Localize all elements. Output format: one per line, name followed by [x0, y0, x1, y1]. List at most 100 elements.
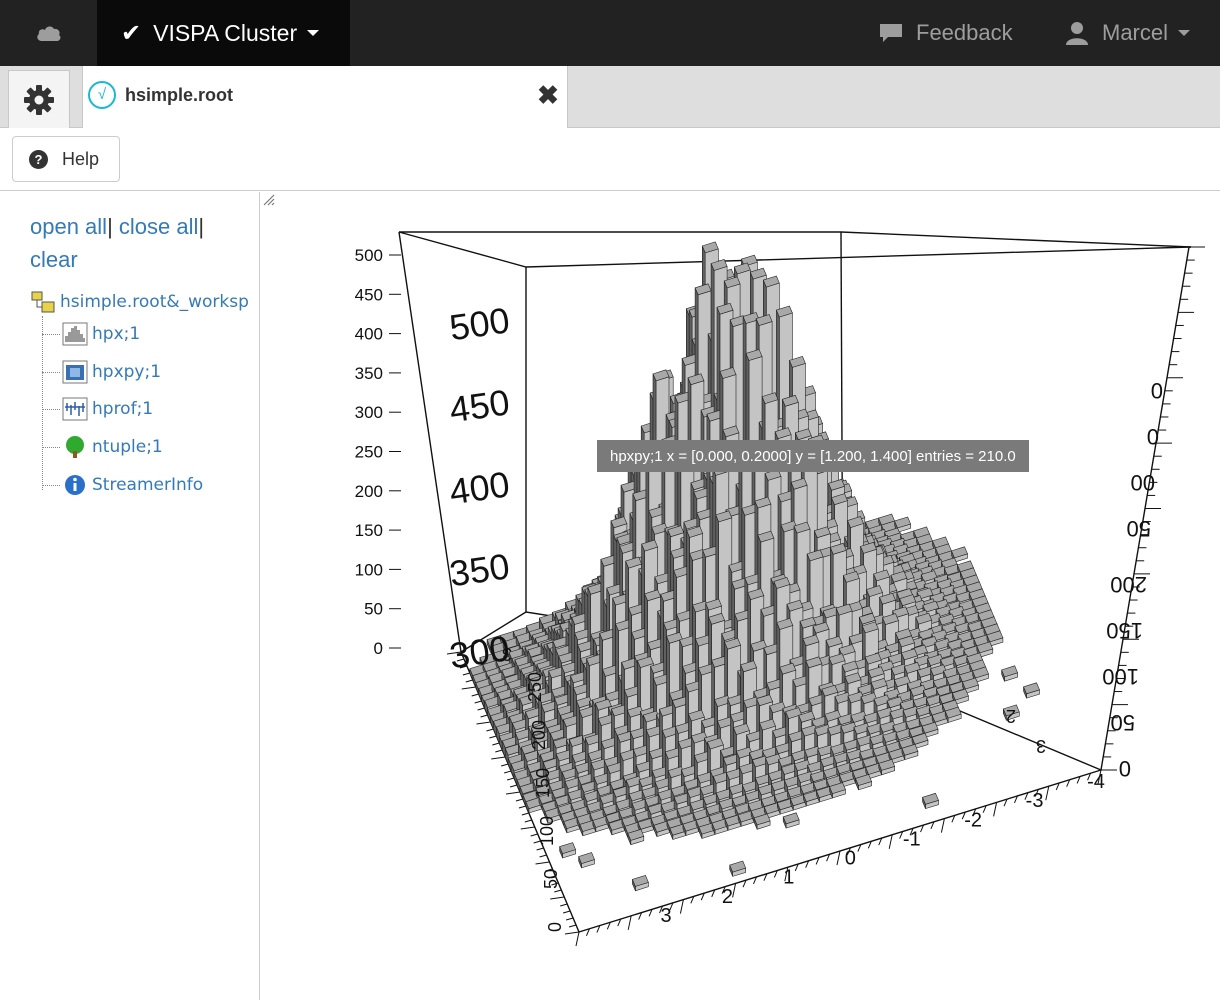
right-tick-label: 150: [1106, 618, 1143, 643]
y-minor-tick: [476, 721, 491, 725]
feedback-link[interactable]: Feedback: [878, 0, 1013, 66]
tree-root-file[interactable]: hsimple.root&_worksp: [30, 288, 249, 316]
z-tick-label: 450: [355, 285, 383, 304]
y-minor-tick: [565, 917, 574, 921]
y-minor-tick: [560, 903, 568, 907]
clear-link[interactable]: clear: [30, 247, 78, 272]
top-navbar: ✔ VISPA Cluster Feedback Marcel: [0, 0, 1220, 66]
root-sqrt-icon: √: [88, 81, 116, 109]
y-minor-tick: [486, 728, 494, 732]
lego-bar: [578, 852, 595, 869]
workspace-dropdown[interactable]: ✔ VISPA Cluster: [97, 0, 350, 66]
browser-actions: open all| close all| clear: [30, 210, 240, 276]
z-tick-label: 0: [374, 639, 383, 658]
tree-item-streamerinfo[interactable]: StreamerInfo: [42, 470, 203, 500]
right-tick-label: 50: [1127, 516, 1151, 541]
tab-bar: √ hsimple.root ✖: [0, 66, 1220, 128]
y-minor-tick: [520, 826, 535, 830]
close-icon[interactable]: ✖: [535, 82, 561, 108]
x-minor-tick: [888, 834, 893, 849]
y-minor-tick: [471, 693, 479, 697]
separator: |: [107, 214, 113, 239]
x-tick-label: 3: [660, 905, 671, 927]
bin-tooltip: hpxpy;1 x = [0.000, 0.2000] y = [1.200, …: [597, 440, 1029, 472]
info-icon: [65, 475, 85, 495]
x-minor-tick: [940, 818, 945, 833]
x-minor-tick: [836, 850, 841, 866]
user-name: Marcel: [1102, 20, 1169, 45]
x-minor-tick: [575, 931, 580, 947]
lego-bar: [559, 842, 577, 859]
lego-plot[interactable]: 5004504003503002502001501005005004504003…: [261, 192, 1220, 1000]
workspace-label: VISPA Cluster: [153, 19, 298, 46]
file-tree-icon: [31, 291, 55, 313]
user-menu[interactable]: Marcel: [1066, 0, 1191, 66]
cloud-icon: [36, 26, 60, 41]
y-minor-tick: [465, 679, 473, 683]
lego-bar: [922, 792, 939, 810]
y-minor-tick: [554, 889, 562, 893]
y-minor-tick: [505, 791, 521, 795]
z-tick-label: 300: [355, 403, 383, 422]
y-minor-tick: [492, 742, 500, 746]
gear-icon: [24, 84, 54, 115]
z-tick-label: 200: [355, 482, 383, 501]
settings-tab[interactable]: [8, 70, 70, 128]
x-minor-tick: [1045, 786, 1050, 801]
histogram-canvas[interactable]: 500 450 400 350 300 250 200 150 100 50 0 500 450 400 3…: [261, 192, 1220, 1000]
right-tick-label: 0: [1119, 756, 1131, 781]
x-tick-label: -4: [1087, 771, 1105, 793]
right-tick-label: 0: [1147, 424, 1159, 449]
user-icon: [1066, 22, 1088, 45]
y-minor-tick: [495, 749, 503, 753]
tab-hsimple-root[interactable]: √ hsimple.root ✖: [82, 66, 568, 128]
tree-item-hpxpy[interactable]: hpxpy;1: [42, 357, 161, 387]
y-minor-tick: [461, 686, 476, 690]
z-tick-label: 500: [355, 246, 383, 265]
tree-item-hpx[interactable]: hpx;1: [42, 319, 140, 349]
z-tick-label: 350: [355, 364, 383, 383]
tree-icon: [66, 436, 84, 458]
z-tick-label: 400: [355, 325, 383, 344]
open-all-link[interactable]: open all: [30, 214, 107, 239]
y-minor-tick: [504, 770, 512, 774]
y-minor-tick: [491, 756, 506, 760]
z-tick-label: 50: [364, 600, 383, 619]
y-minor-tick: [568, 924, 577, 928]
resize-handle-icon[interactable]: [261, 192, 275, 206]
left-depth-tick-label: 50: [541, 869, 561, 889]
y-minor-tick: [550, 896, 565, 900]
x-tick-label: -1: [903, 828, 921, 850]
tree-item-ntuple[interactable]: ntuple;1: [42, 432, 163, 462]
depth-tick-label: 3: [502, 644, 512, 664]
histogram-1d-icon: [62, 322, 88, 346]
x-minor-tick: [993, 802, 998, 817]
close-all-link[interactable]: close all: [119, 214, 198, 239]
separator: |: [198, 214, 205, 239]
left-depth-tick-label: 100: [537, 816, 557, 846]
y-minor-tick: [521, 812, 529, 816]
comment-icon: [880, 24, 902, 42]
tree-item-hprof[interactable]: hprof;1: [42, 394, 153, 424]
help-button[interactable]: ? Help: [12, 136, 120, 182]
tree-item-label: hprof;1: [92, 399, 154, 419]
x-tick-label: 0: [845, 848, 856, 870]
left-depth-tick-label: 200: [529, 720, 549, 750]
y-minor-tick: [535, 861, 550, 865]
y-minor-tick: [564, 931, 580, 935]
x-minor-tick: [679, 899, 684, 914]
home-button[interactable]: [0, 0, 97, 66]
toolbar: ? Help: [0, 128, 1220, 191]
tree-item-label: StreamerInfo: [92, 475, 204, 495]
tab-title: hsimple.root: [125, 85, 234, 105]
y-minor-tick: [518, 805, 527, 809]
y-minor-tick: [506, 777, 515, 781]
x-tick-label: 2: [722, 886, 733, 908]
question-circle-icon: ?: [29, 149, 48, 169]
lego-bar: [1001, 665, 1019, 682]
lego-bar: [631, 875, 649, 892]
z-tick-label: 250: [355, 443, 383, 462]
z-tick-label: 100: [355, 560, 383, 579]
right-tick-label: 0: [1151, 378, 1163, 403]
y-minor-tick: [477, 707, 485, 711]
